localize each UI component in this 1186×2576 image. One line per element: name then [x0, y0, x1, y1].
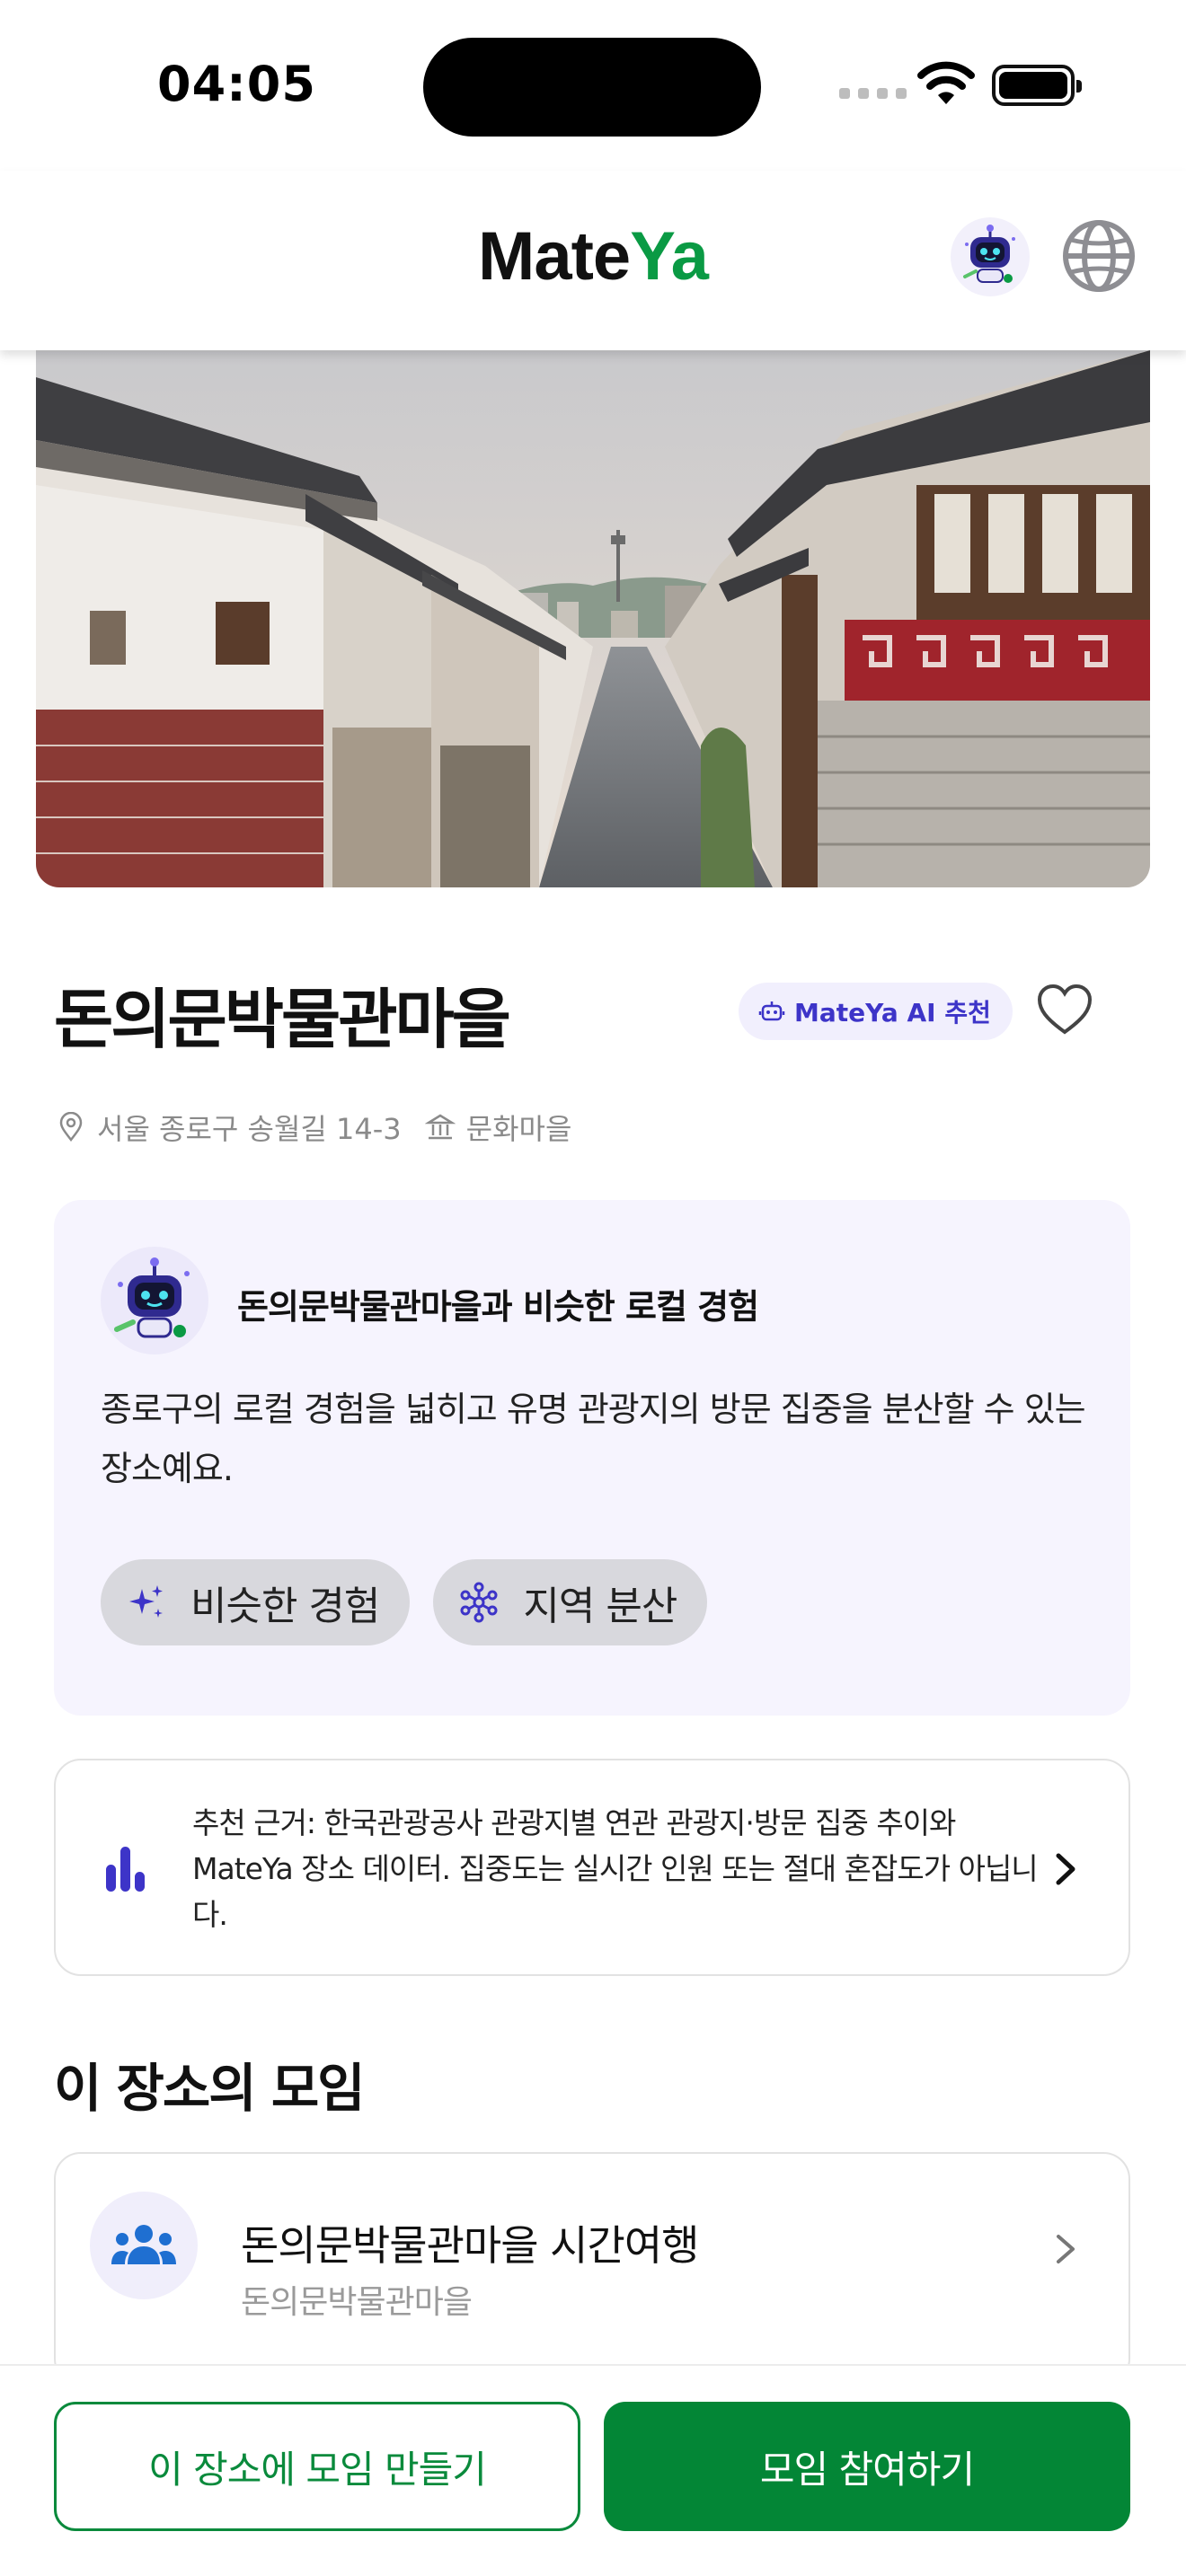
globe-icon[interactable]	[1060, 217, 1137, 295]
recommendation-reason-card[interactable]: 추천 근거: 한국관광공사 관광지별 연관 관광지·방문 집중 추이와 Mate…	[54, 1759, 1130, 1976]
chevron-right-icon	[1057, 2235, 1075, 2263]
reason-text: 추천 근거: 한국관광공사 관광지별 연관 관광지·방문 집중 추이와 Mate…	[192, 1805, 1039, 1932]
status-time: 04:05	[157, 56, 316, 112]
meetup-title: 돈의문박물관마을 시간여행	[241, 2221, 699, 2270]
chevron-right-icon	[1056, 1853, 1075, 1885]
status-bar: 04:05	[0, 0, 1186, 171]
location-pin-icon	[59, 1112, 83, 1142]
place-hero-image	[36, 350, 1150, 887]
meetups-section-title: 이 장소의 모임	[54, 2058, 366, 2119]
heart-icon[interactable]	[1035, 981, 1094, 1040]
chip-label: 비슷한 경험	[190, 1584, 380, 1629]
meetup-subtitle: 돈의문박물관마을	[241, 2284, 473, 2321]
chip-label: 지역 분산	[523, 1584, 677, 1629]
chip-region-distribution[interactable]: 지역 분산	[433, 1559, 708, 1645]
network-icon	[460, 1582, 498, 1623]
ai-recommendation-card: 돈의문박물관마을과 비슷한 로컬 경험 종로구의 로컬 경험을 넓히고 유명 관…	[54, 1200, 1130, 1716]
battery-icon	[992, 65, 1082, 106]
mateya-bot-avatar	[101, 1247, 208, 1354]
place-category: 문화마을	[465, 1112, 572, 1146]
ai-recommend-badge: MateYa AI 추천	[739, 983, 1013, 1040]
sparkle-icon	[129, 1585, 163, 1618]
museum-icon	[424, 1114, 456, 1140]
wifi-icon	[917, 61, 975, 104]
ai-card-title: 돈의문박물관마을과 비슷한 로컬 경험	[237, 1287, 759, 1327]
signal-icon	[839, 88, 907, 99]
robot-icon	[758, 1001, 785, 1021]
logo-ya: Ya	[630, 218, 709, 295]
bar-chart-icon	[106, 1847, 145, 1892]
meetup-list-item[interactable]: 돈의문박물관마을 시간여행 돈의문박물관마을	[54, 2152, 1130, 2386]
place-address: 서울 종로구 송월길 14-3	[97, 1112, 402, 1146]
bottom-action-bar: 이 장소에 모임 만들기 모임 참여하기	[0, 2364, 1186, 2576]
dynamic-island	[423, 38, 761, 137]
join-meetup-button[interactable]: 모임 참여하기	[604, 2402, 1130, 2531]
chip-similar-experience[interactable]: 비슷한 경험	[101, 1559, 411, 1645]
place-title: 돈의문박물관마을	[54, 982, 511, 1057]
app-header: MateYa	[0, 171, 1186, 350]
logo-mate: Mate	[478, 218, 631, 295]
ai-badge-label: MateYa AI 추천	[794, 998, 991, 1028]
create-meetup-button[interactable]: 이 장소에 모임 만들기	[54, 2402, 580, 2531]
ai-card-description: 종로구의 로컬 경험을 넓히고 유명 관광지의 방문 집중을 분산할 수 있는 …	[101, 1389, 1086, 1488]
mateya-bot-icon[interactable]	[951, 217, 1030, 296]
place-meta: 서울 종로구 송월길 14-3 문화마을	[56, 1107, 571, 1148]
group-icon	[90, 2192, 198, 2299]
ai-card-chips: 비슷한 경험 지역 분산	[101, 1559, 708, 1645]
